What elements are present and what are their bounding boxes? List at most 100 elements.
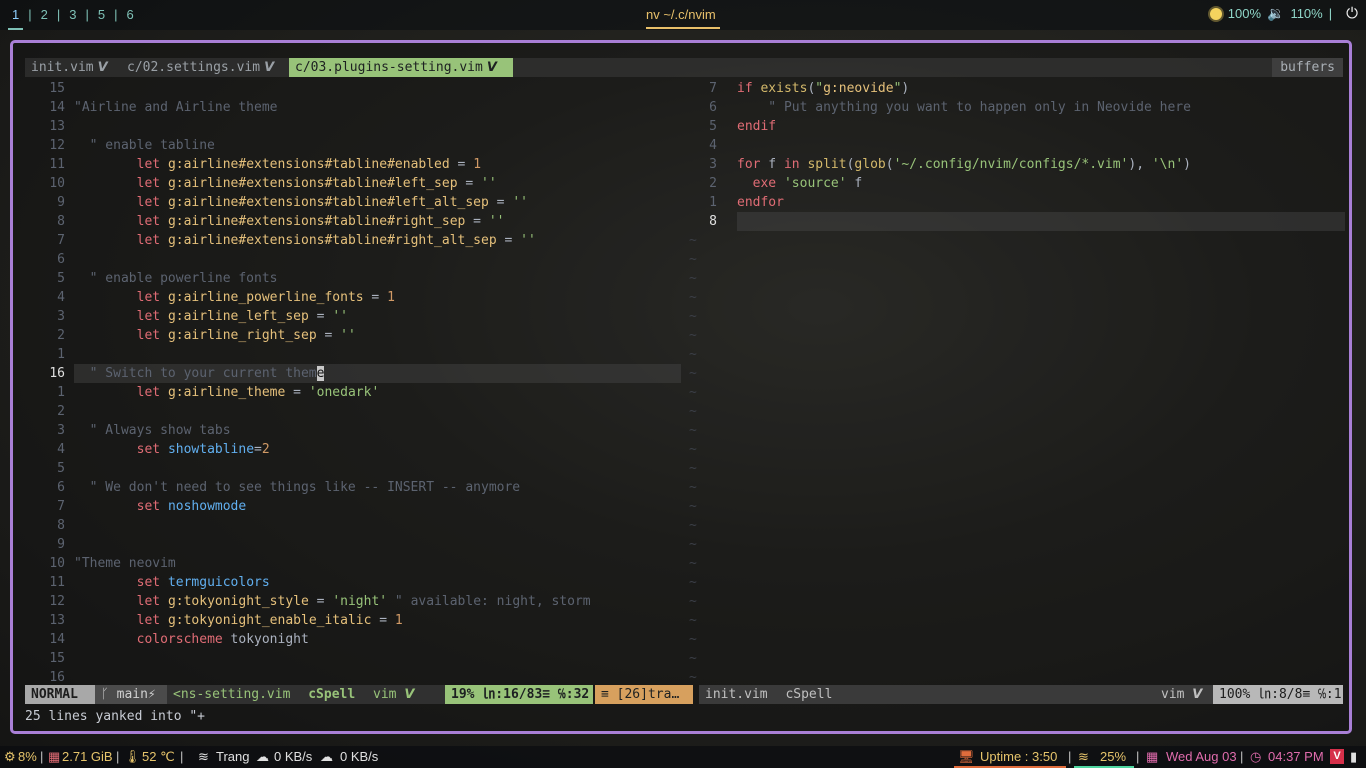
statusline-file-section: <ns-setting.vim cSpell vim 𝙑	[167, 685, 445, 704]
line-number: 7	[57, 233, 65, 248]
workspace-6[interactable]: 6	[121, 7, 140, 22]
code-line[interactable]: 6 " We don't need to see things like -- …	[25, 478, 681, 497]
vivaldi-icon[interactable]: V	[1330, 749, 1344, 764]
command-line[interactable]: 25 lines yanked into "+	[25, 707, 205, 726]
cpu-usage[interactable]: 8%	[18, 746, 37, 768]
code-line[interactable]: 1 endfor	[687, 193, 1345, 212]
upload-icon: ☁	[320, 749, 333, 764]
brightness-icon	[1209, 7, 1222, 20]
code-line[interactable]: 2 exe 'source' f	[687, 174, 1345, 193]
code-line[interactable]: 9 let g:airline#extensions#tabline#left_…	[25, 193, 681, 212]
code-line[interactable]: 2 let g:airline_right_sep = ''	[25, 326, 681, 345]
cursor-position: 19% ㏑:16/83≡ ℅:32	[445, 685, 593, 704]
code-line[interactable]: 9	[25, 535, 681, 554]
code-line[interactable]: 3 " Always show tabs	[25, 421, 681, 440]
workspace-separator: |	[28, 7, 32, 22]
code-line[interactable]: 15	[25, 649, 681, 668]
code-line[interactable]: 5 " enable powerline fonts	[25, 269, 681, 288]
code-line[interactable]: 10 let g:airline#extensions#tabline#left…	[25, 174, 681, 193]
tab-init-vim[interactable]: init.vim 𝙑	[25, 58, 125, 77]
code-line[interactable]: 13	[25, 117, 681, 136]
code-line[interactable]: 3 let g:airline_left_sep = ''	[25, 307, 681, 326]
workspace-3[interactable]: 3	[63, 7, 82, 22]
line-number: 4	[709, 138, 717, 153]
code-line[interactable]: 14 colorscheme tokyonight	[25, 630, 681, 649]
line-number: 3	[709, 157, 717, 172]
code-line[interactable]: 5 endif	[687, 117, 1345, 136]
code-line[interactable]: 8 let g:airline#extensions#tabline#right…	[25, 212, 681, 231]
tilde-marker: ~	[689, 461, 697, 476]
code-line[interactable]: 4 set showtabline=2	[25, 440, 681, 459]
code-line[interactable]: 4 let g:airline_powerline_fonts = 1	[25, 288, 681, 307]
cursorline-highlight	[737, 212, 1345, 231]
workspace-1[interactable]: 1	[6, 7, 25, 30]
time[interactable]: 04:37 PM	[1268, 746, 1324, 768]
code-text: let g:airline#extensions#tabline#enabled…	[136, 157, 482, 172]
code-line[interactable]: 8	[25, 516, 681, 535]
tray-separator: |	[1328, 6, 1333, 21]
temperature[interactable]: 52 ℃	[142, 746, 175, 768]
code-line[interactable]: 4	[687, 136, 1345, 155]
code-line[interactable]: 1	[25, 345, 681, 364]
tab-label: c/03.plugins-setting.vim	[295, 60, 483, 75]
workspace-2[interactable]: 2	[35, 7, 54, 22]
code-line[interactable]: 13 let g:tokyonight_enable_italic = 1	[25, 611, 681, 630]
code-line[interactable]: 6	[25, 250, 681, 269]
empty-line: ~	[687, 516, 1345, 535]
code-line[interactable]: 12 let g:tokyonight_style = 'night' " av…	[25, 592, 681, 611]
text-cursor: e	[316, 366, 325, 381]
code-line[interactable]: 3 for f in split(glob('~/.config/nvim/con…	[687, 155, 1345, 174]
code-line[interactable]: 7 set noshowmode	[25, 497, 681, 516]
code-line[interactable]: 11 let g:airline#extensions#tabline#enab…	[25, 155, 681, 174]
empty-line: ~	[687, 421, 1345, 440]
bottom-panel: ⚙ 8% | ▦ 2.71 GiB | 🌡 52 ℃ | ≋ Trang ☁ 0…	[0, 746, 1366, 768]
code-text: for f in split(glob('~/.config/nvim/conf…	[737, 157, 1191, 172]
code-text: set termguicolors	[136, 575, 270, 590]
line-number: 9	[57, 195, 65, 210]
empty-line: ~	[687, 440, 1345, 459]
line-number: 15	[49, 81, 65, 96]
empty-line: ~	[687, 383, 1345, 402]
empty-line: ~	[687, 459, 1345, 478]
code-line[interactable]: 1 let g:airline_theme = 'onedark'	[25, 383, 681, 402]
code-line[interactable]: 14 "Airline and Airline theme	[25, 98, 681, 117]
code-line[interactable]: 15	[25, 79, 681, 98]
power-icon[interactable]: ⏻	[1346, 5, 1358, 22]
right-editor-pane[interactable]: 7 if exists("g:neovide") 6 " Put anything …	[687, 79, 1345, 685]
code-line[interactable]: 7 let g:airline#extensions#tabline#right…	[25, 231, 681, 250]
code-line[interactable]: 11 set termguicolors	[25, 573, 681, 592]
code-line[interactable]: 12 " enable tabline	[25, 136, 681, 155]
wifi-name[interactable]: Trang	[216, 746, 249, 768]
volume-value[interactable]: 110%	[1290, 6, 1322, 21]
buffers-label[interactable]: buffers	[1272, 58, 1343, 77]
code-line[interactable]: 7 if exists("g:neovide")	[687, 79, 1345, 98]
right-cursor-position: 100% ㏑:8/8≡ ℅:1	[1213, 685, 1343, 704]
battery-level[interactable]: 25%	[1100, 746, 1126, 768]
left-editor-pane[interactable]: 15 14 "Airline and Airline theme 13 12 " ena…	[25, 79, 681, 685]
code-line[interactable]: 10 "Theme neovim	[25, 554, 681, 573]
workspace-list: 1 | 2 | 3 | 5 | 6	[6, 7, 140, 30]
workspace-5[interactable]: 5	[92, 7, 111, 22]
modified-icon: 𝙑	[486, 60, 497, 75]
code-text: " We don't need to see things like -- IN…	[74, 480, 521, 495]
line-number: 15	[49, 651, 65, 666]
tilde-marker: ~	[689, 575, 697, 590]
tilde-marker: ~	[689, 423, 697, 438]
empty-line: ~	[687, 649, 1345, 668]
code-text: " Switch to your current theme	[74, 366, 325, 381]
code-text: exe 'source' f	[752, 176, 863, 191]
memory-usage[interactable]: 2.71 GiB	[62, 746, 113, 768]
code-line[interactable]: 6 " Put anything you want to happen only…	[687, 98, 1345, 117]
code-text: endif	[737, 119, 777, 134]
statusline-spell: cSpell	[308, 687, 356, 702]
code-line[interactable]: 2	[25, 402, 681, 421]
line-number: 8	[57, 518, 65, 533]
line-number: 16	[49, 366, 65, 381]
tab-plugins-setting-vim[interactable]: c/03.plugins-setting.vim 𝙑	[289, 58, 513, 77]
brightness-value[interactable]: 100%	[1228, 6, 1261, 21]
code-line[interactable]: 5	[25, 459, 681, 478]
code-line[interactable]: 8	[687, 212, 1345, 231]
code-line[interactable]: 16 " Switch to your current theme	[25, 364, 681, 383]
date[interactable]: Wed Aug 03	[1166, 746, 1237, 768]
tab-settings-vim[interactable]: c/02.settings.vim 𝙑	[121, 58, 287, 77]
